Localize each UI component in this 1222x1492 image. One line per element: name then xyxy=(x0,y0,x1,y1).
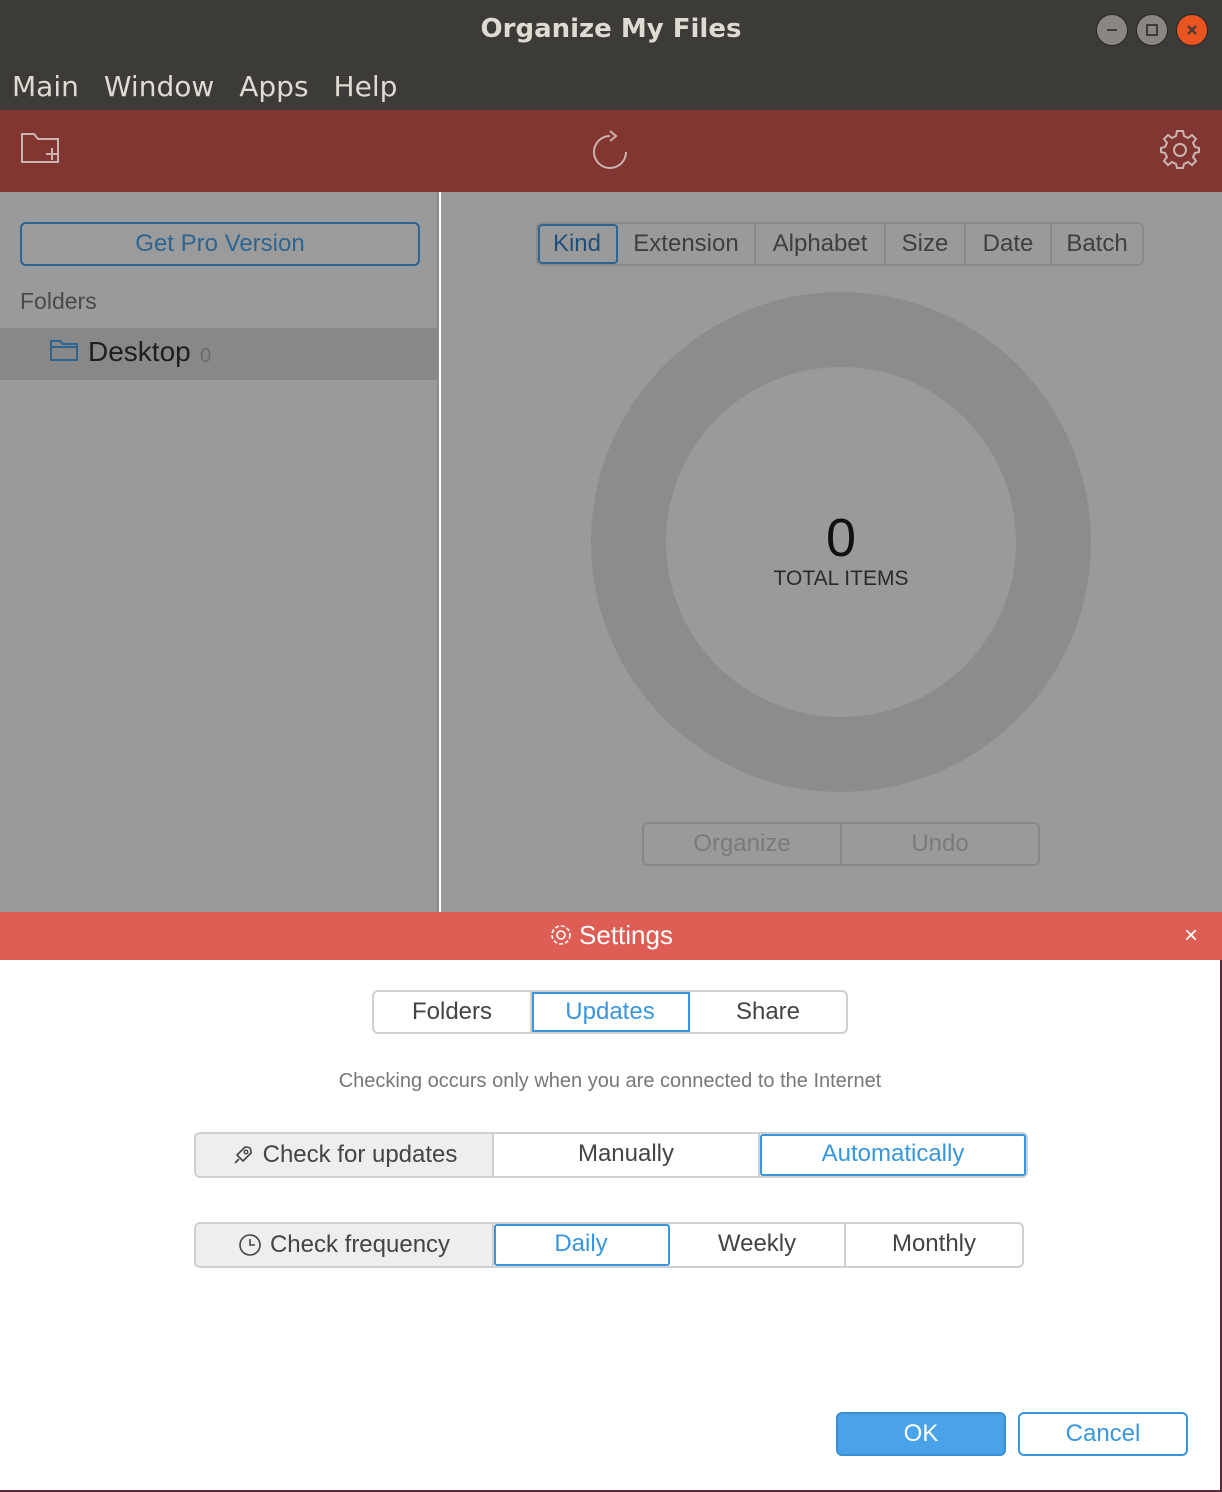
cancel-button[interactable]: Cancel xyxy=(1018,1412,1188,1456)
total-items-count: 0 xyxy=(825,508,857,568)
window-titlebar: Organize My Files xyxy=(0,0,1222,60)
get-pro-button[interactable]: Get Pro Version xyxy=(20,222,420,266)
action-buttons: Organize Undo xyxy=(642,822,1040,866)
menu-main[interactable]: Main xyxy=(0,60,92,110)
refresh-button[interactable] xyxy=(590,130,630,177)
check-updates-label: Check for updates xyxy=(194,1132,494,1178)
refresh-icon xyxy=(593,130,627,169)
menu-window[interactable]: Window xyxy=(92,60,227,110)
tab-extension[interactable]: Extension xyxy=(618,224,756,264)
folder-item-desktop[interactable]: Desktop 0 xyxy=(0,328,438,380)
option-manually[interactable]: Manually xyxy=(494,1134,760,1176)
settings-dialog-body: Folders Updates Share Checking occurs on… xyxy=(0,960,1222,1492)
tab-share[interactable]: Share xyxy=(690,992,846,1032)
rocket-icon xyxy=(234,1146,252,1164)
maximize-icon xyxy=(1146,24,1158,36)
maximize-button[interactable] xyxy=(1136,14,1168,46)
check-frequency-text: Check frequency xyxy=(269,1231,451,1258)
settings-title-text: Settings xyxy=(579,920,673,950)
option-automatically[interactable]: Automatically xyxy=(760,1134,1026,1176)
main-content: Kind Extension Alphabet Size Date Batch … xyxy=(441,192,1222,912)
check-updates-options: Manually Automatically xyxy=(494,1132,1028,1178)
close-icon xyxy=(1187,25,1197,35)
clock-icon xyxy=(239,1234,261,1256)
check-frequency-label: Check frequency xyxy=(194,1222,494,1268)
tab-size[interactable]: Size xyxy=(886,224,966,264)
tab-batch[interactable]: Batch xyxy=(1052,224,1142,264)
folder-plus-icon xyxy=(21,133,59,163)
check-frequency-options: Daily Weekly Monthly xyxy=(494,1222,1024,1268)
option-daily[interactable]: Daily xyxy=(494,1224,670,1266)
menu-apps[interactable]: Apps xyxy=(227,60,321,110)
tab-date[interactable]: Date xyxy=(966,224,1052,264)
check-frequency-row: Check frequency Daily Weekly Monthly xyxy=(194,1222,1024,1268)
menu-help[interactable]: Help xyxy=(322,60,411,110)
close-window-button[interactable] xyxy=(1176,14,1208,46)
gear-icon xyxy=(1160,130,1200,169)
window-title: Organize My Files xyxy=(480,14,742,44)
tab-kind[interactable]: Kind xyxy=(538,224,618,264)
check-updates-text: Check for updates xyxy=(262,1141,458,1168)
settings-title: Settings xyxy=(0,920,1222,951)
minimize-button[interactable] xyxy=(1096,14,1128,46)
option-weekly[interactable]: Weekly xyxy=(670,1224,846,1266)
gear-icon xyxy=(551,925,571,945)
donut-center: 0 TOTAL ITEMS xyxy=(666,367,1016,717)
folder-count: 0 xyxy=(200,345,212,367)
internet-hint: Checking occurs only when you are connec… xyxy=(338,1070,882,1092)
ok-button[interactable]: OK xyxy=(836,1412,1006,1456)
settings-button[interactable] xyxy=(1160,130,1200,175)
undo-button[interactable]: Undo xyxy=(842,824,1038,864)
check-updates-row: Check for updates Manually Automatically xyxy=(194,1132,1028,1178)
items-donut-chart: 0 TOTAL ITEMS xyxy=(591,292,1091,792)
add-folder-button[interactable] xyxy=(20,130,62,171)
settings-close-button[interactable]: × xyxy=(1184,922,1198,950)
menu-bar: Main Window Apps Help xyxy=(0,60,1222,110)
total-items-label: TOTAL ITEMS xyxy=(773,567,909,590)
minimize-icon xyxy=(1107,29,1117,31)
toolbar xyxy=(0,110,1222,192)
tab-updates[interactable]: Updates xyxy=(532,992,690,1032)
tab-alphabet[interactable]: Alphabet xyxy=(756,224,886,264)
folder-icon xyxy=(50,338,78,367)
organize-button[interactable]: Organize xyxy=(644,824,842,864)
tab-folders[interactable]: Folders xyxy=(374,992,532,1032)
settings-tabs: Folders Updates Share xyxy=(372,990,848,1034)
sidebar: Get Pro Version Folders Desktop 0 xyxy=(0,192,439,912)
settings-dialog-header: Settings × xyxy=(0,912,1222,960)
folder-name: Desktop xyxy=(88,336,191,367)
sort-tabs: Kind Extension Alphabet Size Date Batch xyxy=(536,222,1144,266)
option-monthly[interactable]: Monthly xyxy=(846,1224,1022,1266)
folders-label: Folders xyxy=(20,288,97,314)
